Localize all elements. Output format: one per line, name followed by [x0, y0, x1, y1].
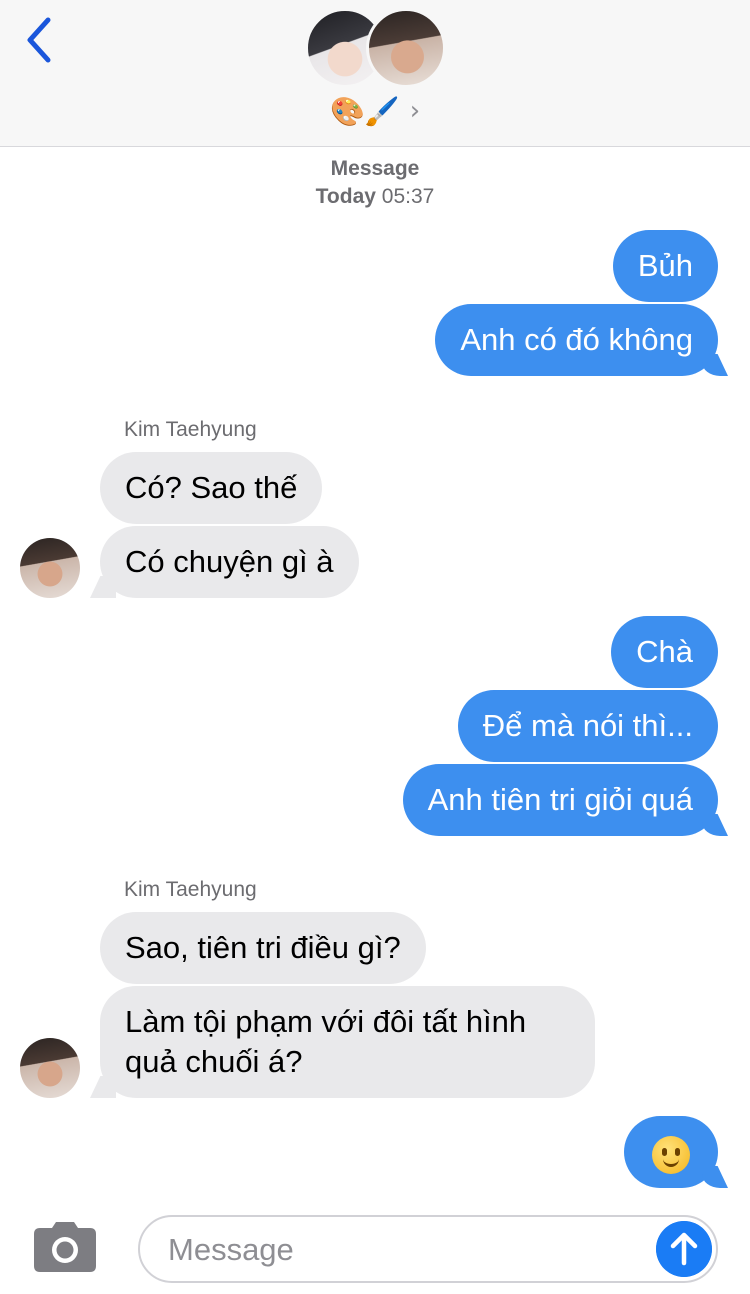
message-bubble-outgoing[interactable]: Bủh	[612, 230, 718, 302]
sender-name: Kim Taehyung	[124, 878, 257, 901]
message-input-container[interactable]	[138, 1215, 718, 1283]
message-input[interactable]	[166, 1217, 650, 1283]
slightly-smiling-face-icon	[652, 1135, 690, 1174]
message-bubble-outgoing[interactable]: Chà	[611, 616, 718, 688]
message-bubble-outgoing[interactable]: Anh có đó không	[435, 304, 718, 376]
message-bubble-incoming[interactable]: Có chuyện gì à	[100, 526, 359, 598]
group-name[interactable]: 🎨🖌️ ›	[330, 94, 420, 128]
camera-icon[interactable]	[34, 1222, 96, 1272]
timestamp-day: Today	[315, 185, 376, 208]
message-bubble-outgoing[interactable]: Anh tiên tri giỏi quá	[402, 764, 718, 836]
arrow-up-icon[interactable]	[656, 1221, 712, 1277]
message-bubble-incoming[interactable]: Làm tội phạm với đôi tất hình quả chuối …	[100, 986, 595, 1098]
chevron-right-icon: ›	[409, 96, 421, 126]
avatar[interactable]	[20, 538, 80, 598]
message-bubble-outgoing[interactable]: Để mà nói thì...	[457, 690, 718, 762]
chevron-left-icon[interactable]	[20, 14, 60, 66]
avatar[interactable]	[20, 1038, 80, 1098]
timestamp-clock: 05:37	[381, 185, 435, 208]
group-avatar-2[interactable]	[366, 8, 446, 88]
conversation-header: 🎨🖌️ ›	[0, 0, 750, 147]
timestamp-time: Today 05:37	[0, 185, 750, 209]
message-bubble-incoming[interactable]: Sao, tiên tri điều gì?	[100, 912, 426, 984]
message-bubble-outgoing[interactable]	[624, 1116, 718, 1188]
message-bubble-incoming[interactable]: Có? Sao thế	[100, 452, 323, 524]
sender-name: Kim Taehyung	[124, 418, 257, 441]
group-name-label: 🎨🖌️	[330, 95, 400, 127]
timestamp-label: Message	[330, 157, 420, 180]
